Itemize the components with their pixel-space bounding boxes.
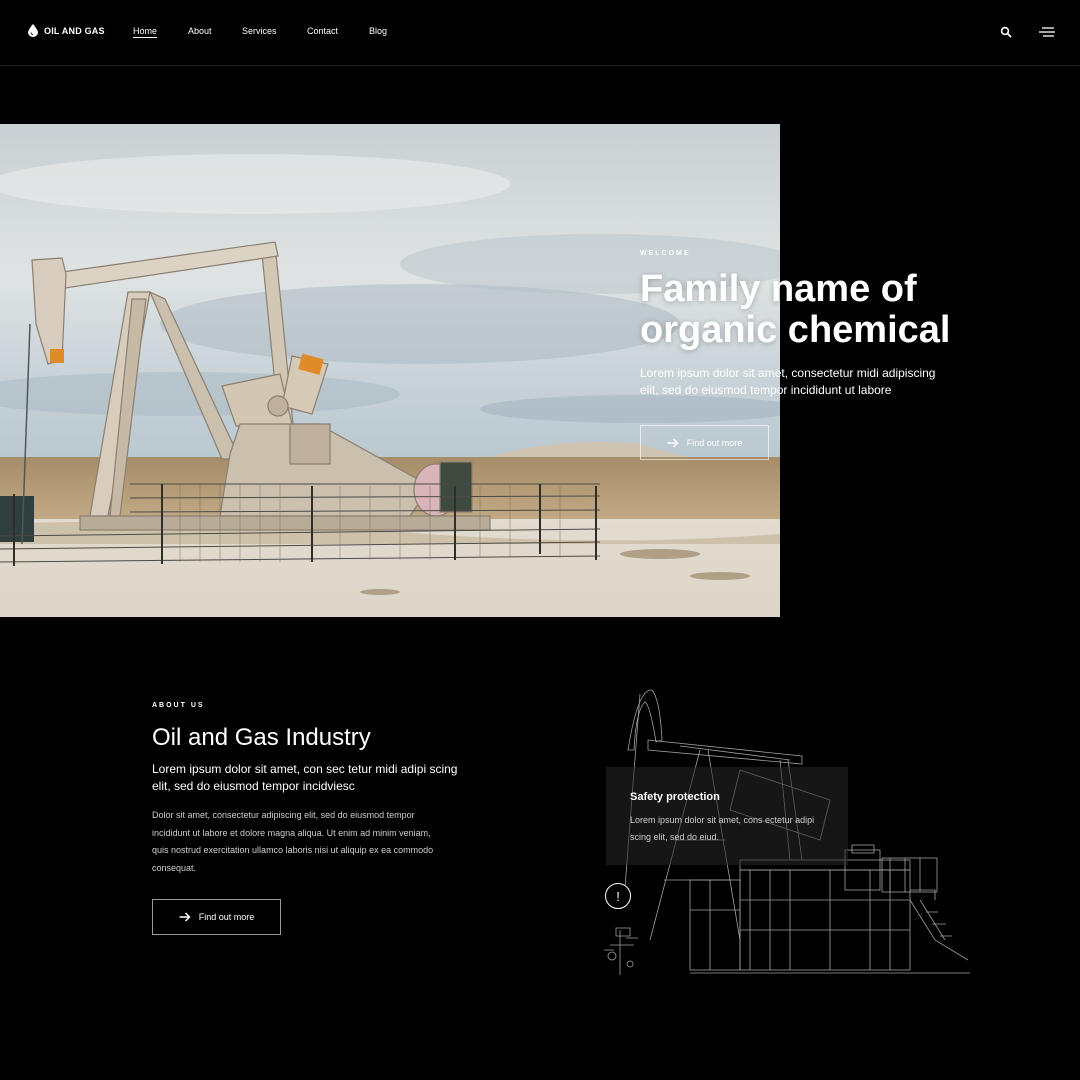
brand-name: OIL AND GAS bbox=[44, 25, 105, 36]
hero-content: WELCOME Family name of organic chemical … bbox=[640, 250, 970, 399]
info-hotspot-marker[interactable]: ! bbox=[605, 883, 631, 909]
nav-about[interactable]: About bbox=[188, 26, 212, 36]
about-eyebrow: ABOUT US bbox=[152, 702, 205, 709]
safety-title: Safety protection bbox=[630, 791, 720, 803]
about-body: Dolor sit amet, consectetur adipiscing e… bbox=[152, 810, 434, 873]
nav-home[interactable]: Home bbox=[133, 26, 157, 36]
nav-contact[interactable]: Contact bbox=[307, 26, 338, 36]
about-button-label: Find out more bbox=[198, 912, 255, 922]
nav-blog[interactable]: Blog bbox=[369, 26, 387, 36]
about-title: Oil and Gas Industry bbox=[152, 724, 371, 751]
safety-text: Lorem ipsum dolor sit amet, cons ectetur… bbox=[630, 815, 815, 842]
hero-title: Family name of organic chemical bbox=[640, 269, 970, 351]
nav-services[interactable]: Services bbox=[242, 26, 277, 36]
drop-icon bbox=[28, 24, 38, 37]
hero-title-line-2: organic chemical bbox=[640, 309, 951, 351]
about-lead: Lorem ipsum dolor sit amet, con sec tetu… bbox=[152, 762, 458, 793]
arrow-right-icon bbox=[179, 912, 191, 922]
search-icon bbox=[1000, 26, 1012, 38]
arrow-right-icon bbox=[667, 437, 679, 448]
site-header: OIL AND GAS Home About Services Contact … bbox=[0, 0, 1080, 66]
search-button[interactable] bbox=[1000, 25, 1012, 38]
hero-find-out-more-button[interactable]: Find out more bbox=[640, 425, 769, 460]
menu-button[interactable] bbox=[1038, 25, 1056, 37]
hero-description: Lorem ipsum dolor sit amet, consectetur … bbox=[640, 366, 936, 397]
hero-button-label: Find out more bbox=[686, 437, 743, 448]
about-find-out-more-button[interactable]: Find out more bbox=[152, 899, 281, 935]
safety-protection-card: Safety protection Lorem ipsum dolor sit … bbox=[606, 767, 848, 865]
hero-eyebrow: WELCOME bbox=[640, 250, 691, 257]
brand-logo[interactable]: OIL AND GAS bbox=[28, 24, 105, 37]
about-section: ABOUT US Oil and Gas Industry Lorem ipsu… bbox=[152, 702, 472, 877]
hamburger-menu-icon bbox=[1039, 27, 1055, 37]
hero-title-line-1: Family name of bbox=[640, 268, 917, 310]
